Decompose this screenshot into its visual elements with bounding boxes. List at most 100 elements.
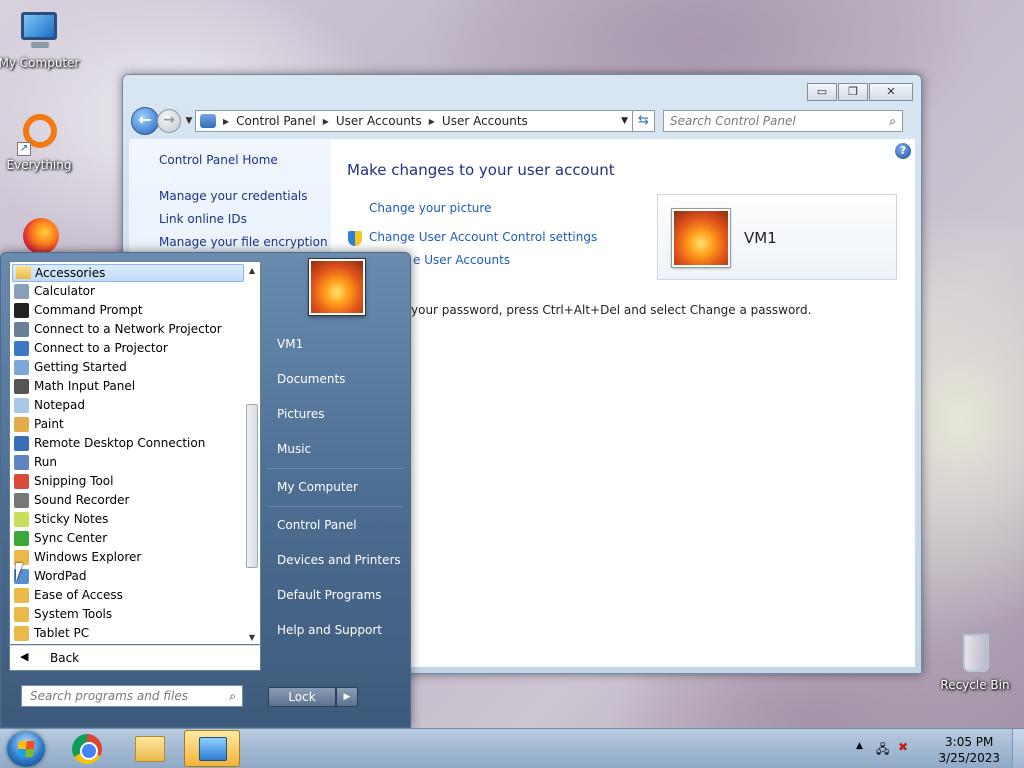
taskbar-chrome[interactable] [60,730,116,767]
system-tray: ▲ 🖧 ✖ 3:05 PM 3/25/2023 [854,729,1024,768]
program-label: WordPad [34,569,87,583]
taskbar-explorer[interactable] [122,730,178,767]
program-item[interactable]: Tablet PC [14,624,89,643]
program-icon [14,303,29,318]
user-picture [672,209,730,267]
volume-muted-icon[interactable]: ✖ [898,740,908,754]
search-icon[interactable]: ⌕ [889,114,896,129]
program-item[interactable]: Sticky Notes [14,510,108,529]
start-item-default-programs[interactable]: Default Programs [277,588,382,602]
start-item-music[interactable]: Music [277,442,311,456]
program-icon [14,436,29,451]
start-item-help-support[interactable]: Help and Support [277,623,382,637]
link-control-panel-home[interactable]: Control Panel Home [159,153,278,167]
help-icon[interactable]: ? [895,143,911,159]
program-item[interactable]: Command Prompt [14,301,143,320]
program-icon [14,493,29,508]
clock[interactable]: 3:05 PM 3/25/2023 [938,734,1000,766]
start-item-documents[interactable]: Documents [277,372,345,386]
scroll-up-icon[interactable]: ▲ [245,266,259,275]
link-manage-credentials[interactable]: Manage your credentials [159,189,308,203]
program-item[interactable]: Windows Explorer [14,548,141,567]
show-desktop-button[interactable] [1012,729,1024,768]
program-item[interactable]: Notepad [14,396,85,415]
start-search-input[interactable]: Search programs and files ⌕ [21,685,243,707]
scrollbar-thumb[interactable] [246,404,258,568]
desktop-icon-label: My Computer [0,56,80,70]
maximize-button[interactable]: ❐ [838,83,868,101]
chevron-right-icon[interactable]: ▶ [323,117,329,126]
desktop-icon-recycle-bin[interactable]: Recycle Bin [933,632,1017,692]
arrow-left-icon: ◀ [20,650,29,663]
start-item-my-computer[interactable]: My Computer [277,480,358,494]
program-icon [14,398,29,413]
chevron-right-icon[interactable]: ▶ [223,117,229,126]
scroll-down-icon[interactable]: ▼ [245,633,259,642]
breadcrumb-user-accounts-current[interactable]: User Accounts [442,114,528,128]
program-item[interactable]: Math Input Panel [14,377,135,396]
link-file-encryption[interactable]: Manage your file encryption [159,235,328,249]
program-item[interactable]: Sync Center [14,529,107,548]
program-icon [14,626,29,641]
program-item[interactable]: Run [14,453,57,472]
program-icon [14,379,29,394]
program-item[interactable]: Connect to a Network Projector [14,320,222,339]
program-item[interactable]: Connect to a Projector [14,339,168,358]
close-button[interactable]: ✕ [869,83,913,101]
back-button[interactable]: ← [131,107,159,135]
lock-button[interactable]: Lock [268,687,336,707]
start-item-control-panel[interactable]: Control Panel [277,518,357,532]
folder-accessories[interactable]: Accessories [12,264,244,282]
program-item[interactable]: Remote Desktop Connection [14,434,205,453]
desktop-icon-everything[interactable]: ↗ Everything [0,112,81,172]
show-hidden-icons-button[interactable]: ▲ [856,741,863,751]
program-item[interactable]: Paint [14,415,64,434]
program-item[interactable]: WordPad [14,567,87,586]
program-item[interactable]: Getting Started [14,358,127,377]
start-item-pictures[interactable]: Pictures [277,407,325,421]
shutdown-options-button[interactable]: ▶ [336,687,358,707]
address-bar[interactable]: ▶ Control Panel ▶ User Accounts ▶ User A… [195,110,633,132]
address-dropdown-icon[interactable]: ▼ [621,116,628,126]
desktop-icon-my-computer[interactable]: My Computer [0,10,81,70]
start-item-user[interactable]: VM1 [277,337,303,351]
recent-pages-dropdown[interactable]: ▼ [183,116,195,126]
uac-shield-icon [348,231,362,246]
start-item-devices-printers[interactable]: Devices and Printers [277,553,401,567]
password-note: your password, press Ctrl+Alt+Del and se… [411,303,812,317]
search-input[interactable]: Search Control Panel ⌕ [663,110,903,132]
back-label: Back [50,651,80,665]
forward-button[interactable]: → [157,109,181,133]
link-online-ids[interactable]: Link online IDs [159,212,247,226]
scrollbar[interactable]: ▲ ▼ [245,264,259,644]
link-uac-settings[interactable]: Change User Account Control settings [369,230,597,244]
chrome-icon [72,734,102,764]
breadcrumb-user-accounts[interactable]: User Accounts [336,114,422,128]
avatar[interactable] [309,259,365,315]
program-item[interactable]: Calculator [14,282,95,301]
arrow-right-icon: → [163,112,175,128]
minimize-button[interactable]: ▭ [807,83,837,101]
computer-icon [17,10,61,54]
refresh-button[interactable]: ⇆ [633,110,655,132]
link-change-picture[interactable]: Change your picture [369,201,491,215]
program-label: Connect to a Projector [34,341,168,355]
chevron-right-icon[interactable]: ▶ [429,117,435,126]
breadcrumb-control-panel[interactable]: Control Panel [236,114,316,128]
taskbar: ▲ 🖧 ✖ 3:05 PM 3/25/2023 [0,728,1024,768]
program-item[interactable]: System Tools [14,605,112,624]
program-item[interactable]: Sound Recorder [14,491,129,510]
program-item[interactable]: Ease of Access [14,586,123,605]
program-icon [14,588,29,603]
back-button[interactable]: ◀ Back [9,645,261,671]
refresh-icon: ⇆ [638,113,649,128]
folder-label: Accessories [35,266,106,280]
mouse-cursor-icon [16,563,23,581]
link-manage-user-accounts[interactable]: e User Accounts [413,253,510,267]
program-label: Snipping Tool [34,474,114,488]
program-item[interactable]: Snipping Tool [14,472,114,491]
taskbar-control-panel[interactable] [184,730,240,767]
folder-icon [135,736,165,762]
start-button[interactable] [7,731,45,767]
network-icon[interactable]: 🖧 [876,740,889,761]
